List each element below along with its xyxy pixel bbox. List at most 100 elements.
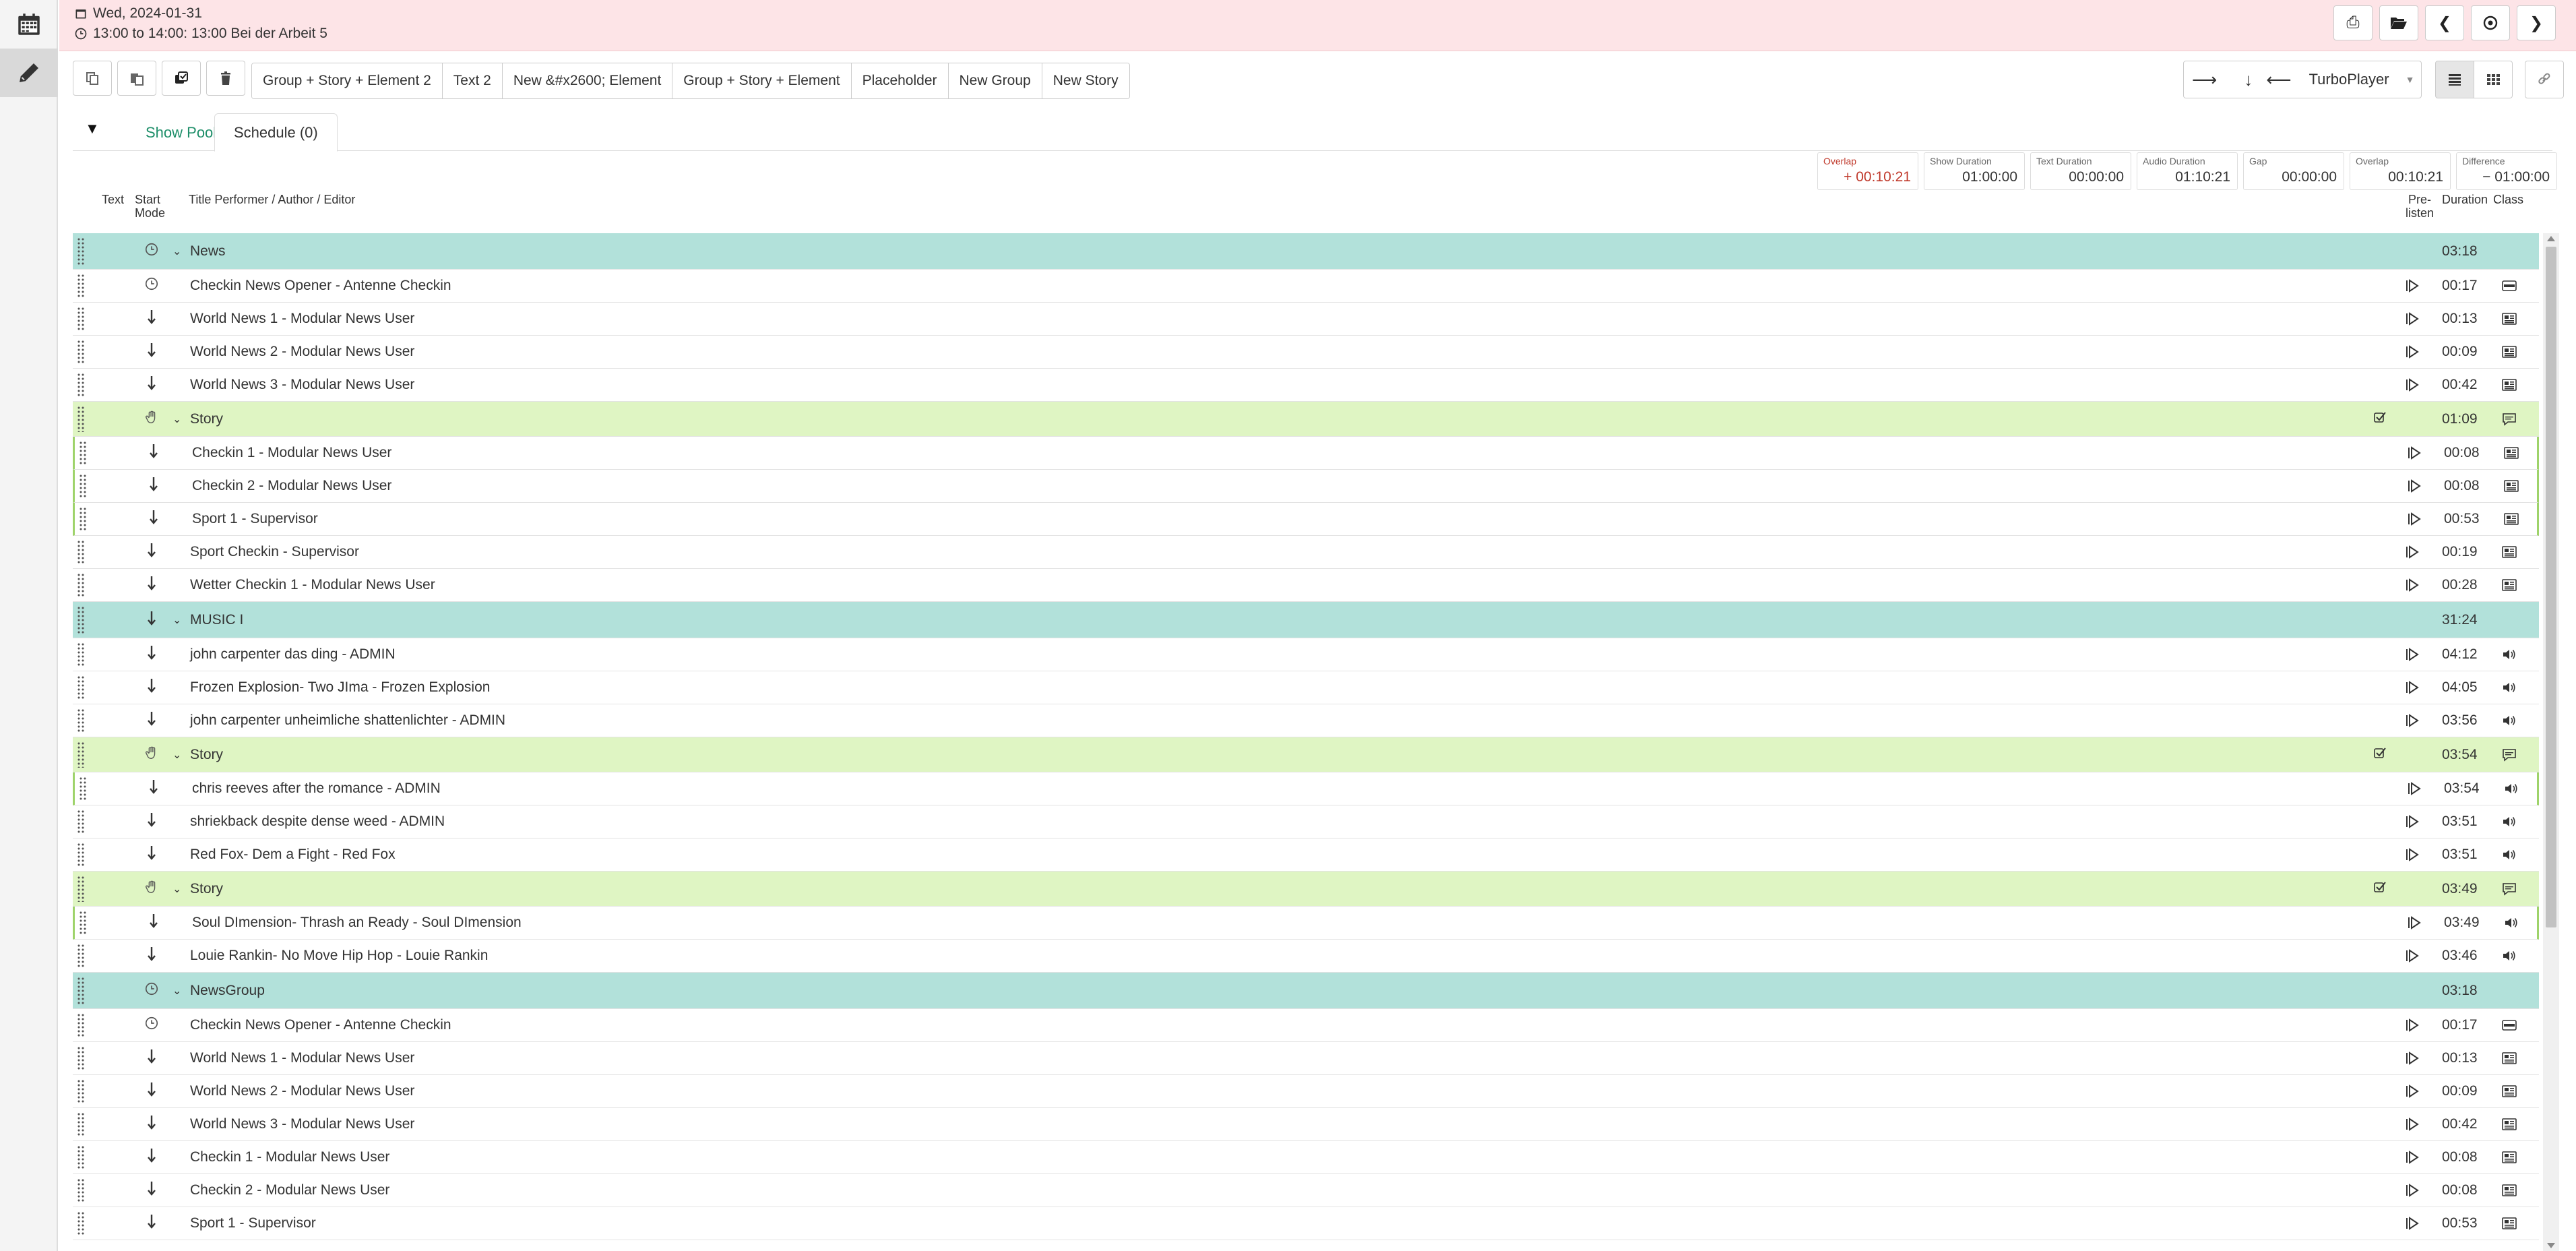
schedule-row[interactable]: Wetter Checkin 1 - Modular News User 00:2… — [73, 569, 2539, 602]
schedule-row[interactable]: World News 3 - Modular News User 00:42 — [73, 369, 2539, 402]
prelisten-button[interactable] — [2404, 1018, 2423, 1033]
schedule-row[interactable]: World News 2 - Modular News User 00:09 — [73, 336, 2539, 369]
link-button[interactable] — [2525, 61, 2564, 98]
story-row[interactable]: ⌄ Story 03:54 — [73, 737, 2539, 772]
drag-handle-icon[interactable] — [79, 507, 87, 531]
scroll-up-icon[interactable] — [2547, 236, 2555, 241]
drag-handle-icon[interactable] — [77, 708, 85, 733]
template-button[interactable]: New Story — [1042, 63, 1129, 98]
schedule-row[interactable]: john carpenter das ding - ADMIN 04:12 — [73, 638, 2539, 671]
prelisten-button[interactable] — [2404, 713, 2423, 728]
start-mode-cell[interactable] — [142, 342, 162, 362]
drag-handle-icon[interactable] — [79, 441, 87, 465]
schedule-row[interactable]: Checkin 2 - Modular News User 00:08 — [73, 470, 2539, 503]
group-row[interactable]: ⌄ News 03:18 — [73, 233, 2539, 270]
start-mode-cell[interactable] — [142, 410, 162, 429]
template-button[interactable]: New Group — [948, 63, 1042, 98]
prelisten-button[interactable] — [2404, 647, 2423, 662]
prelisten-button[interactable] — [2404, 1150, 2423, 1165]
schedule-row[interactable]: Checkin 1 - Modular News User 00:08 — [73, 437, 2539, 470]
template-button[interactable]: Text 2 — [442, 63, 503, 98]
schedule-row[interactable]: Checkin News Opener - Antenne Checkin 00:… — [73, 1009, 2539, 1042]
prelisten-button[interactable] — [2404, 1117, 2423, 1132]
start-mode-cell[interactable] — [142, 542, 162, 562]
schedule-row[interactable]: Frozen Explosion- Two JIma - Frozen Expl… — [73, 671, 2539, 704]
collapse-toggle-icon[interactable]: ▼ — [85, 120, 100, 138]
start-mode-cell[interactable] — [142, 880, 162, 898]
start-mode-cell[interactable] — [142, 1180, 162, 1200]
open-folder-button[interactable] — [2379, 5, 2418, 40]
schedule-row[interactable]: Louie Rankin- No Move Hip Hop - Louie Ra… — [73, 940, 2539, 973]
schedule-row[interactable]: World News 2 - Modular News User 00:09 — [73, 1075, 2539, 1108]
current-button[interactable] — [2471, 5, 2510, 40]
template-button[interactable]: Placeholder — [851, 63, 949, 98]
schedule-row[interactable]: Checkin 2 - Modular News User 00:08 — [73, 1174, 2539, 1207]
drag-handle-icon[interactable] — [77, 1112, 85, 1136]
prelisten-button[interactable] — [2406, 512, 2425, 526]
start-mode-cell[interactable] — [144, 509, 164, 529]
prelisten-button[interactable] — [2404, 1216, 2423, 1231]
start-mode-cell[interactable] — [142, 242, 162, 261]
prelisten-button[interactable] — [2404, 377, 2423, 392]
delete-button[interactable] — [206, 61, 245, 96]
prelisten-button[interactable] — [2404, 814, 2423, 829]
start-mode-cell[interactable] — [142, 375, 162, 395]
start-mode-cell[interactable] — [144, 913, 164, 933]
start-mode-cell[interactable] — [142, 276, 162, 295]
schedule-row[interactable]: Sport 1 - Supervisor 00:53 — [73, 503, 2539, 536]
chevron-down-icon[interactable]: ⌄ — [172, 984, 181, 998]
drag-handle-icon[interactable] — [77, 237, 85, 265]
list-view-button[interactable] — [2435, 61, 2474, 98]
drag-handle-icon[interactable] — [77, 944, 85, 968]
start-mode-cell[interactable] — [142, 745, 162, 764]
drag-handle-icon[interactable] — [77, 876, 85, 902]
start-mode-cell[interactable] — [142, 1213, 162, 1233]
drag-handle-icon[interactable] — [77, 540, 85, 564]
scroll-thumb[interactable] — [2546, 247, 2556, 927]
drag-handle-icon[interactable] — [77, 977, 85, 1004]
story-row[interactable]: ⌄ Story 03:49 — [73, 872, 2539, 907]
start-mode-cell[interactable] — [142, 1147, 162, 1167]
start-mode-cell[interactable] — [142, 946, 162, 966]
start-mode-cell[interactable] — [144, 443, 164, 463]
story-row[interactable]: ⌄ Story 01:09 — [73, 402, 2539, 437]
drag-handle-icon[interactable] — [77, 741, 85, 768]
print-button[interactable]: ⎙ — [2333, 5, 2373, 40]
drag-handle-icon[interactable] — [79, 776, 87, 801]
template-button[interactable]: New &#x2600; Element — [502, 63, 673, 98]
drag-handle-icon[interactable] — [77, 1145, 85, 1169]
template-button[interactable]: Group + Story + Element — [672, 63, 852, 98]
grid-view-button[interactable] — [2474, 61, 2513, 98]
schedule-row[interactable]: Red Fox- Dem a Fight - Red Fox 03:51 — [73, 838, 2539, 872]
start-mode-cell[interactable] — [142, 981, 162, 1000]
start-mode-cell[interactable] — [142, 1048, 162, 1068]
paste-button[interactable] — [117, 61, 156, 96]
story-check-button[interactable] — [2373, 410, 2387, 428]
prelisten-button[interactable] — [2404, 311, 2423, 326]
schedule-row[interactable]: Soul DImension- Thrash an Ready - Soul D… — [73, 907, 2539, 940]
prelisten-button[interactable] — [2406, 915, 2425, 930]
prelisten-button[interactable] — [2404, 278, 2423, 293]
drag-handle-icon[interactable] — [77, 406, 85, 432]
prelisten-button[interactable] — [2404, 1051, 2423, 1066]
start-mode-cell[interactable] — [142, 610, 162, 630]
previous-button[interactable]: ❮ — [2425, 5, 2464, 40]
drag-handle-icon[interactable] — [77, 1046, 85, 1070]
drag-handle-icon[interactable] — [77, 642, 85, 667]
start-mode-cell[interactable] — [142, 1016, 162, 1035]
start-mode-cell[interactable] — [142, 710, 162, 731]
schedule-row[interactable]: Checkin 1 - Modular News User 00:08 — [73, 1141, 2539, 1174]
schedule-row[interactable]: Sport Checkin - Supervisor 00:19 — [73, 536, 2539, 569]
start-mode-cell[interactable] — [142, 575, 162, 595]
prelisten-button[interactable] — [2406, 781, 2425, 796]
prelisten-button[interactable] — [2404, 680, 2423, 695]
drag-handle-icon[interactable] — [77, 843, 85, 867]
drag-handle-icon[interactable] — [77, 1211, 85, 1235]
drag-handle-icon[interactable] — [77, 606, 85, 634]
start-mode-cell[interactable] — [142, 309, 162, 329]
start-mode-cell[interactable] — [144, 779, 164, 799]
chevron-down-icon[interactable]: ⌄ — [172, 245, 181, 258]
start-mode-cell[interactable] — [142, 812, 162, 832]
group-row[interactable]: ⌄ MUSIC I 31:24 — [73, 602, 2539, 638]
prelisten-button[interactable] — [2404, 1084, 2423, 1099]
